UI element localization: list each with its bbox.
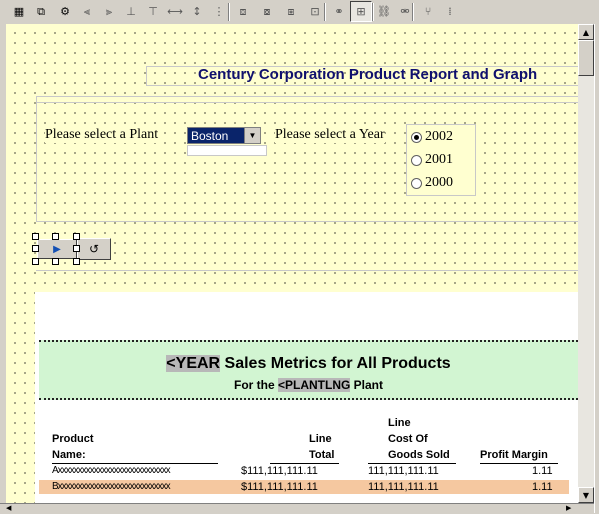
plant-token: <PLANTLNG bbox=[277, 378, 351, 392]
row1-name: Axxxxxxxxxxxxxxxxxxxxxxxxxxxx bbox=[52, 465, 171, 476]
plant-select[interactable]: Boston ▼ bbox=[187, 127, 261, 144]
align-left-icon[interactable]: ⫷ bbox=[77, 2, 97, 21]
selection-handle[interactable] bbox=[32, 233, 39, 240]
row1-margin: 1.11 bbox=[532, 465, 553, 477]
col-product: Product Name: bbox=[52, 431, 94, 463]
play-icon: ▶ bbox=[53, 243, 61, 255]
selection-handle[interactable] bbox=[73, 258, 80, 265]
bring-front-icon[interactable]: ⧈ bbox=[233, 2, 253, 21]
link-icon[interactable]: ⚭ bbox=[329, 2, 349, 21]
radio-unchecked-icon[interactable] bbox=[411, 154, 422, 166]
row2-cogs: 111,111,111.11 bbox=[368, 481, 439, 493]
tab-order-icon[interactable]: ⁞ bbox=[440, 2, 460, 21]
toolbar-separator bbox=[324, 3, 326, 21]
grid-icon[interactable]: ▦ bbox=[9, 2, 29, 21]
selection-handle[interactable] bbox=[52, 258, 59, 265]
selection-handle[interactable] bbox=[73, 233, 80, 240]
year-radio-2002[interactable]: 2002 bbox=[411, 129, 453, 145]
col-margin-l1: Profit Margin bbox=[480, 449, 548, 461]
year-label: Please select a Year bbox=[275, 127, 385, 143]
report-heading-text: Sales Metrics for All Products bbox=[220, 355, 451, 372]
reset-button[interactable]: ↺ bbox=[77, 238, 111, 260]
horizontal-scrollbar[interactable]: ◀ ▶ bbox=[0, 503, 594, 514]
scroll-left-icon[interactable]: ◀ bbox=[6, 504, 20, 513]
layout-icon[interactable]: ⧉ bbox=[31, 2, 51, 21]
form-frame-lower bbox=[36, 270, 578, 271]
ungroup-icon[interactable]: ⊡ bbox=[305, 2, 325, 21]
sub-prefix: For the bbox=[233, 378, 278, 392]
year-radio-2001[interactable]: 2001 bbox=[411, 152, 453, 168]
report-banner: <YEAR Sales Metrics for All Products For… bbox=[39, 340, 578, 400]
selection-handle[interactable] bbox=[32, 258, 39, 265]
chain-icon[interactable]: ⛓ bbox=[374, 2, 394, 21]
toolbar-separator bbox=[372, 3, 374, 21]
col-product-l1: Product bbox=[52, 433, 94, 445]
col-cogs-l2: Cost Of bbox=[388, 433, 428, 445]
space-icon[interactable]: ⋮ bbox=[209, 2, 229, 21]
col-line-total: Line Total bbox=[309, 431, 334, 463]
toolbar-separator bbox=[228, 3, 230, 21]
properties-icon[interactable]: ⚙ bbox=[55, 2, 75, 21]
header-underline bbox=[480, 463, 558, 464]
report-heading: <YEAR Sales Metrics for All Products bbox=[39, 355, 578, 373]
send-back-icon[interactable]: ⧇ bbox=[257, 2, 277, 21]
align-bottom-icon[interactable]: ⊥ bbox=[121, 2, 141, 21]
selection-handle[interactable] bbox=[32, 245, 39, 252]
group-icon[interactable]: ⧆ bbox=[281, 2, 301, 21]
align-top-icon[interactable]: ⊤ bbox=[143, 2, 163, 21]
form-frame bbox=[36, 96, 578, 222]
run-button[interactable]: ▶ bbox=[37, 239, 77, 259]
scroll-up-icon[interactable]: ▲ bbox=[578, 24, 594, 40]
year-label-2001: 2001 bbox=[425, 152, 453, 167]
scroll-thumb[interactable] bbox=[578, 40, 594, 76]
year-radio-group: 2002 2001 2000 bbox=[406, 124, 476, 196]
toolbar-separator bbox=[412, 3, 414, 21]
plant-select-value: Boston bbox=[191, 129, 229, 143]
tree-icon[interactable]: ⊞ bbox=[350, 1, 372, 22]
vertical-scrollbar[interactable]: ▲ ▼ bbox=[578, 24, 594, 503]
split-icon[interactable]: ⑂ bbox=[418, 2, 438, 21]
report-preview: <YEAR Sales Metrics for All Products For… bbox=[35, 292, 578, 503]
form-inner-line bbox=[36, 102, 578, 103]
selection-handle[interactable] bbox=[52, 233, 59, 240]
radio-unchecked-icon[interactable] bbox=[411, 177, 422, 189]
row1-total: $111,111,111.11 bbox=[241, 465, 318, 477]
col-product-l2: Name: bbox=[52, 449, 86, 461]
same-width-icon[interactable]: ⟷ bbox=[165, 2, 185, 21]
reset-icon: ↺ bbox=[88, 242, 100, 256]
window-edge bbox=[594, 24, 599, 513]
scroll-down-icon[interactable]: ▼ bbox=[578, 487, 594, 503]
row1-cogs: 111,111,111.11 bbox=[368, 465, 439, 477]
col-total-l2: Total bbox=[309, 449, 335, 461]
radio-checked-icon[interactable] bbox=[411, 131, 422, 143]
row2-name: Bxxxxxxxxxxxxxxxxxxxxxxxxxxxx bbox=[52, 481, 171, 492]
header-underline bbox=[270, 463, 339, 464]
year-token: <YEAR bbox=[166, 355, 221, 372]
header-underline bbox=[52, 463, 218, 464]
align-right-icon[interactable]: ⫸ bbox=[99, 2, 119, 21]
sub-suffix: Plant bbox=[350, 378, 383, 392]
header-underline bbox=[368, 463, 456, 464]
page-title: Century Corporation Product Report and G… bbox=[198, 66, 538, 83]
same-height-icon[interactable]: ↕ bbox=[187, 2, 207, 21]
toolbar: ▦ ⧉ ⚙ ⫷ ⫸ ⊥ ⊤ ⟷ ↕ ⋮ ⧈ ⧇ ⧆ ⊡ ⚭ ⊞ ⛓ ⚮ ⑂ ⁞ bbox=[0, 0, 599, 25]
plant-select-list bbox=[187, 145, 267, 156]
row2-total: $111,111,111.11 bbox=[241, 481, 318, 493]
col-cogs: Line Cost Of Goods Sold bbox=[388, 415, 450, 463]
year-radio-2000[interactable]: 2000 bbox=[411, 175, 453, 191]
scroll-right-icon[interactable]: ▶ bbox=[566, 504, 580, 513]
row2-margin: 1.11 bbox=[532, 481, 553, 493]
col-cogs-l1: Line bbox=[388, 417, 411, 429]
design-canvas[interactable]: Century Corporation Product Report and G… bbox=[6, 24, 578, 503]
col-profit-margin: Profit Margin bbox=[480, 447, 548, 463]
chevron-down-icon[interactable]: ▼ bbox=[244, 128, 260, 143]
plant-label: Please select a Plant bbox=[45, 127, 159, 143]
col-total-l1: Line bbox=[309, 433, 332, 445]
year-label-2002: 2002 bbox=[425, 129, 453, 144]
report-subheading: For the <PLANTLNG Plant bbox=[39, 378, 578, 392]
selection-handle[interactable] bbox=[73, 245, 80, 252]
col-cogs-l3: Goods Sold bbox=[388, 449, 450, 461]
year-label-2000: 2000 bbox=[425, 175, 453, 190]
